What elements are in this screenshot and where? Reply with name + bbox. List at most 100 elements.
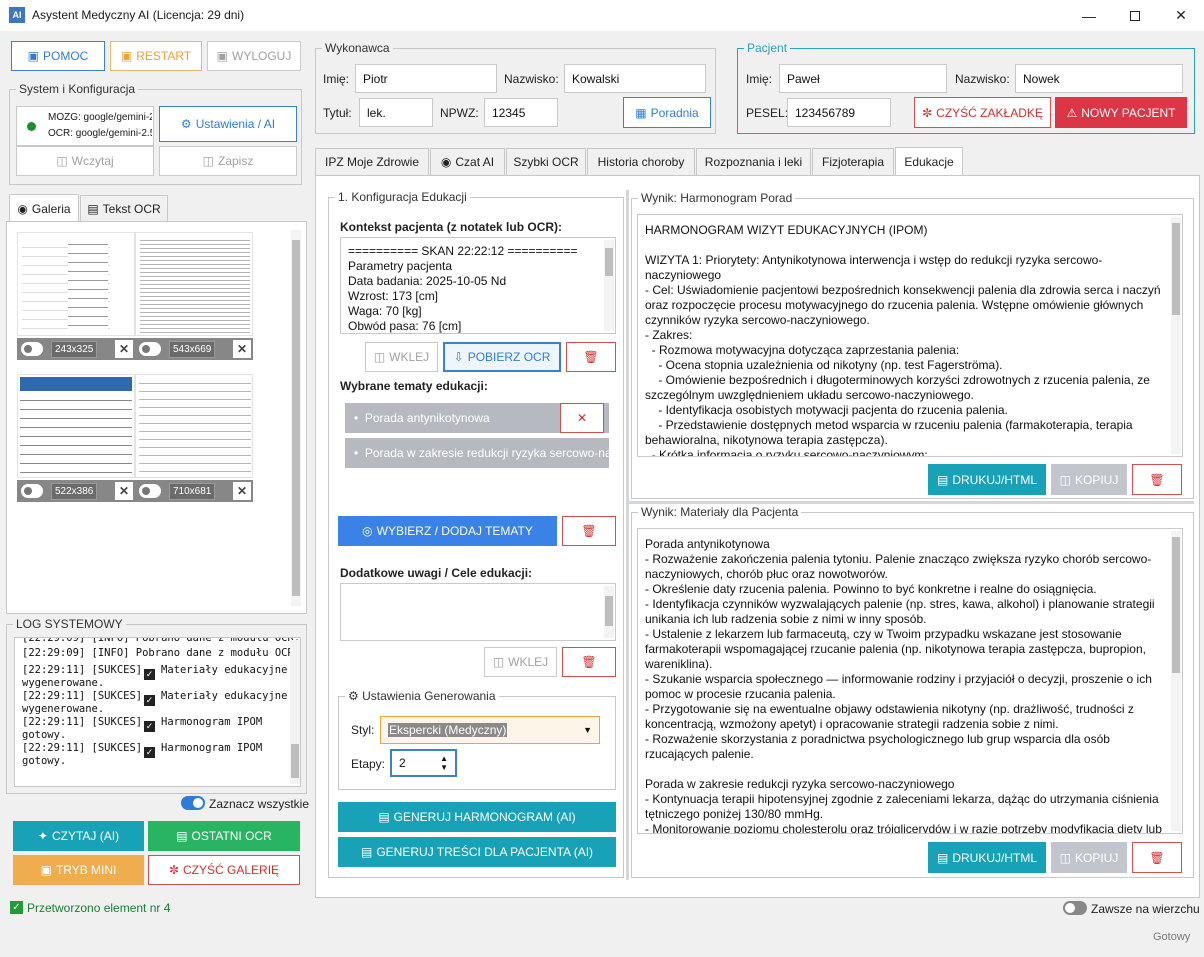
clear-notes-button[interactable]: 🗑 bbox=[562, 647, 616, 677]
clear-materials-button[interactable]: 🗑 bbox=[1132, 842, 1182, 873]
close-icon: ✕ bbox=[576, 411, 588, 425]
logout-label: WYLOGUJ bbox=[232, 49, 292, 63]
trash-icon: 🗑 bbox=[581, 524, 597, 538]
spin-arrows-icon[interactable]: ▲ ▼ bbox=[440, 754, 448, 772]
gallery-thumb[interactable]: 543x669 ✕ bbox=[135, 232, 253, 366]
tab-chat-ai[interactable]: ◉ Czat AI bbox=[430, 148, 505, 175]
remove-icon[interactable]: ✕ bbox=[233, 482, 251, 500]
clear-gallery-label: CZYŚĆ GALERIĘ bbox=[183, 863, 280, 877]
patient-surname-input[interactable]: Nowek bbox=[1015, 64, 1183, 93]
clear-context-button[interactable]: 🗑 bbox=[566, 342, 616, 372]
tab-ocr-text[interactable]: ▤ Tekst OCR bbox=[80, 195, 168, 222]
log-box: [22:29:09] [INFO] Pobrano dane z modułu … bbox=[14, 637, 301, 787]
clear-topics-button[interactable]: 🗑 bbox=[562, 516, 616, 546]
copy-materials-button[interactable]: ◫ KOPIUJ bbox=[1051, 842, 1127, 873]
select-toggle[interactable] bbox=[139, 342, 161, 356]
logout-button[interactable]: ▣ WYLOGUJ bbox=[207, 41, 301, 71]
log-line: Materiały edukacyjne bbox=[161, 690, 288, 702]
materials-text: Porada antynikotynowa - Rozważenie zakoń… bbox=[645, 537, 1162, 834]
ocr-model: OCR: google/gemini-2.5- bbox=[48, 128, 152, 139]
performer-surname-input[interactable]: Kowalski bbox=[564, 64, 706, 93]
log-scrollbar[interactable] bbox=[290, 640, 300, 784]
save-button[interactable]: ◫ Zapisz bbox=[159, 146, 297, 176]
status-text: Przetworzono element nr 4 bbox=[27, 901, 171, 915]
choose-topics-button[interactable]: ◎ WYBIERZ / DODAJ TEMATY bbox=[338, 516, 557, 546]
save-label: Zapisz bbox=[218, 154, 254, 168]
materials-textarea[interactable]: Porada antynikotynowa - Rozważenie zakoń… bbox=[637, 528, 1183, 834]
remove-topic-button[interactable]: ✕ bbox=[560, 403, 604, 433]
tab-quick-ocr[interactable]: Szybki OCR bbox=[506, 148, 586, 175]
checkbox-icon: ✓ bbox=[144, 669, 155, 680]
steps-value: 2 bbox=[399, 756, 406, 770]
style-select[interactable]: Ekspercki (Medyczny) ▼ bbox=[380, 716, 600, 744]
remove-icon[interactable]: ✕ bbox=[233, 340, 251, 358]
select-all-toggle[interactable] bbox=[181, 796, 205, 810]
select-toggle[interactable] bbox=[21, 342, 43, 356]
npwz-input[interactable]: 12345 bbox=[484, 98, 558, 127]
gallery-thumb[interactable]: 522x386 ✕ bbox=[17, 374, 135, 508]
fetch-ocr-button[interactable]: ⇩ POBIERZ OCR bbox=[443, 342, 561, 372]
topic-chip[interactable]: • Porada antynikotynowa bbox=[345, 403, 562, 433]
clear-gallery-button[interactable]: ✼ CZYŚĆ GALERIĘ bbox=[148, 855, 300, 885]
minimize-button[interactable]: — bbox=[1066, 0, 1112, 31]
generate-schedule-button[interactable]: ▤ GENERUJ HARMONOGRAM (AI) bbox=[338, 802, 616, 832]
maximize-button[interactable] bbox=[1112, 0, 1158, 31]
materials-scrollbar[interactable] bbox=[1171, 531, 1181, 831]
title-input[interactable]: lek. bbox=[359, 98, 433, 127]
load-button[interactable]: ◫ Wczytaj bbox=[16, 146, 154, 176]
close-button[interactable]: ✕ bbox=[1158, 0, 1204, 31]
remove-icon[interactable]: ✕ bbox=[115, 482, 133, 500]
remove-icon[interactable]: ✕ bbox=[115, 340, 133, 358]
npwz-label: NPWZ: bbox=[440, 106, 479, 120]
notes-textarea[interactable] bbox=[340, 583, 616, 641]
tab-ipz[interactable]: IPZ Moje Zdrowie bbox=[315, 148, 429, 175]
tab-education[interactable]: Edukacje bbox=[895, 147, 963, 175]
context-scrollbar[interactable] bbox=[604, 240, 614, 331]
always-on-top-toggle[interactable] bbox=[1063, 901, 1087, 915]
print-schedule-label: DRUKUJ/HTML bbox=[952, 472, 1037, 487]
last-ocr-button[interactable]: ▤ OSTATNI OCR bbox=[148, 821, 300, 851]
restart-button[interactable]: ▣ RESTART bbox=[110, 41, 202, 71]
clear-schedule-button[interactable]: 🗑 bbox=[1132, 464, 1182, 495]
performer-name-input[interactable]: Piotr bbox=[355, 64, 497, 93]
steps-spinbox[interactable]: 2 ▲ ▼ bbox=[390, 749, 457, 777]
notes-scrollbar[interactable] bbox=[604, 586, 614, 638]
help-label: POMOC bbox=[43, 49, 89, 63]
topic-chip[interactable]: • Porada w zakresie redukcji ryzyka serc… bbox=[345, 438, 609, 468]
new-patient-button[interactable]: ⚠ NOWY PACJENT bbox=[1055, 97, 1187, 128]
choose-topics-label: WYBIERZ / DODAJ TEMATY bbox=[376, 524, 533, 538]
read-ai-button[interactable]: ✦ CZYTAJ (AI) bbox=[13, 821, 144, 851]
patient-name-input[interactable]: Paweł bbox=[779, 64, 947, 93]
thumbnail-image bbox=[135, 232, 253, 336]
pesel-input[interactable]: 123456789 bbox=[787, 98, 891, 127]
folder-icon: ◫ bbox=[56, 154, 68, 168]
schedule-textarea[interactable]: HARMONOGRAM WIZYT EDUKACYJNYCH (IPOM) WI… bbox=[637, 214, 1183, 457]
chevron-down-icon: ▼ bbox=[583, 725, 592, 735]
select-toggle[interactable] bbox=[139, 484, 161, 498]
gallery-thumb[interactable]: 243x325 ✕ bbox=[17, 232, 135, 366]
gallery-scrollbar[interactable] bbox=[291, 230, 301, 606]
print-materials-button[interactable]: ▤ DRUKUJ/HTML bbox=[928, 842, 1046, 873]
tab-history[interactable]: Historia choroby bbox=[587, 148, 695, 175]
settings-ai-button[interactable]: ⚙ Ustawienia / AI bbox=[159, 106, 297, 142]
tab-physio[interactable]: Fizjoterapia bbox=[812, 148, 894, 175]
select-toggle[interactable] bbox=[21, 484, 43, 498]
clear-tab-button[interactable]: ✼ CZYŚĆ ZAKŁADKĘ bbox=[914, 97, 1051, 128]
paste-notes-button[interactable]: ◫ WKLEJ bbox=[484, 647, 557, 677]
topic-label: Porada antynikotynowa bbox=[364, 411, 490, 425]
tab-gallery[interactable]: ◉ Galeria bbox=[9, 194, 79, 222]
generate-content-button[interactable]: ▤ GENERUJ TREŚCI DLA PACJENTA (AI) bbox=[338, 837, 616, 867]
tab-diagnoses[interactable]: Rozpoznania i leki bbox=[696, 148, 811, 175]
mini-mode-button[interactable]: ▣ TRYB MINI bbox=[13, 855, 144, 885]
gallery-thumb[interactable]: 710x681 ✕ bbox=[135, 374, 253, 508]
tab-ocr-text-label: Tekst OCR bbox=[102, 202, 161, 216]
paste-button[interactable]: ◫ WKLEJ bbox=[365, 342, 438, 372]
clinic-button[interactable]: ▦ Poradnia bbox=[623, 97, 711, 128]
copy-schedule-button[interactable]: ◫ KOPIUJ bbox=[1051, 464, 1127, 495]
help-button[interactable]: ▣ POMOC bbox=[11, 41, 105, 71]
schedule-scrollbar[interactable] bbox=[1171, 217, 1181, 454]
print-schedule-button[interactable]: ▤ DRUKUJ/HTML bbox=[928, 464, 1046, 495]
context-textarea[interactable]: ========== SKAN 22:22:12 ========== Para… bbox=[340, 237, 616, 334]
download-icon: ⇩ bbox=[453, 350, 464, 364]
broom-icon: ✼ bbox=[922, 105, 933, 120]
